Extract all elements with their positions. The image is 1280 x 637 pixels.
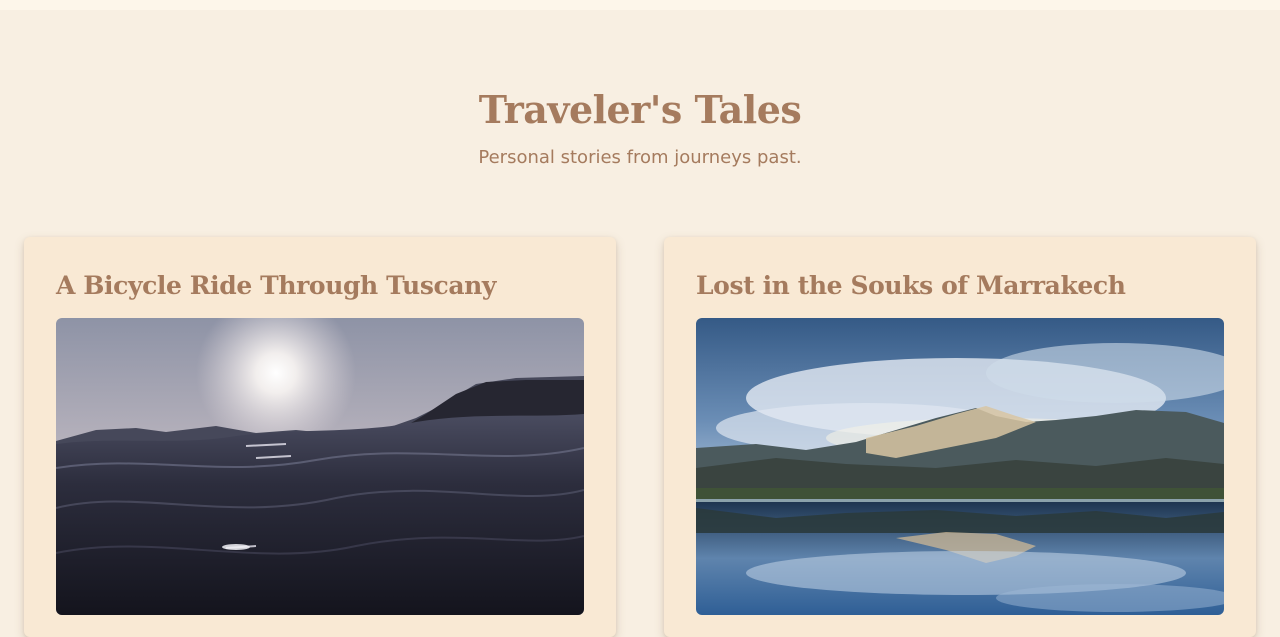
page-subtitle: Personal stories from journeys past. bbox=[478, 147, 802, 168]
page-title: Traveler's Tales bbox=[478, 87, 802, 132]
post-title[interactable]: A Bicycle Ride Through Tuscany bbox=[56, 270, 496, 302]
post-image-mountains[interactable] bbox=[696, 318, 1224, 615]
top-bar bbox=[0, 0, 1280, 10]
post-card-marrakech[interactable]: Lost in the Souks of Marrakech bbox=[664, 237, 1256, 637]
post-image-ocean[interactable] bbox=[56, 318, 584, 615]
page-header: Traveler's Tales Personal stories from j… bbox=[0, 86, 1280, 170]
post-title[interactable]: Lost in the Souks of Marrakech bbox=[696, 270, 1126, 302]
post-card-tuscany[interactable]: A Bicycle Ride Through Tuscany bbox=[24, 237, 616, 637]
